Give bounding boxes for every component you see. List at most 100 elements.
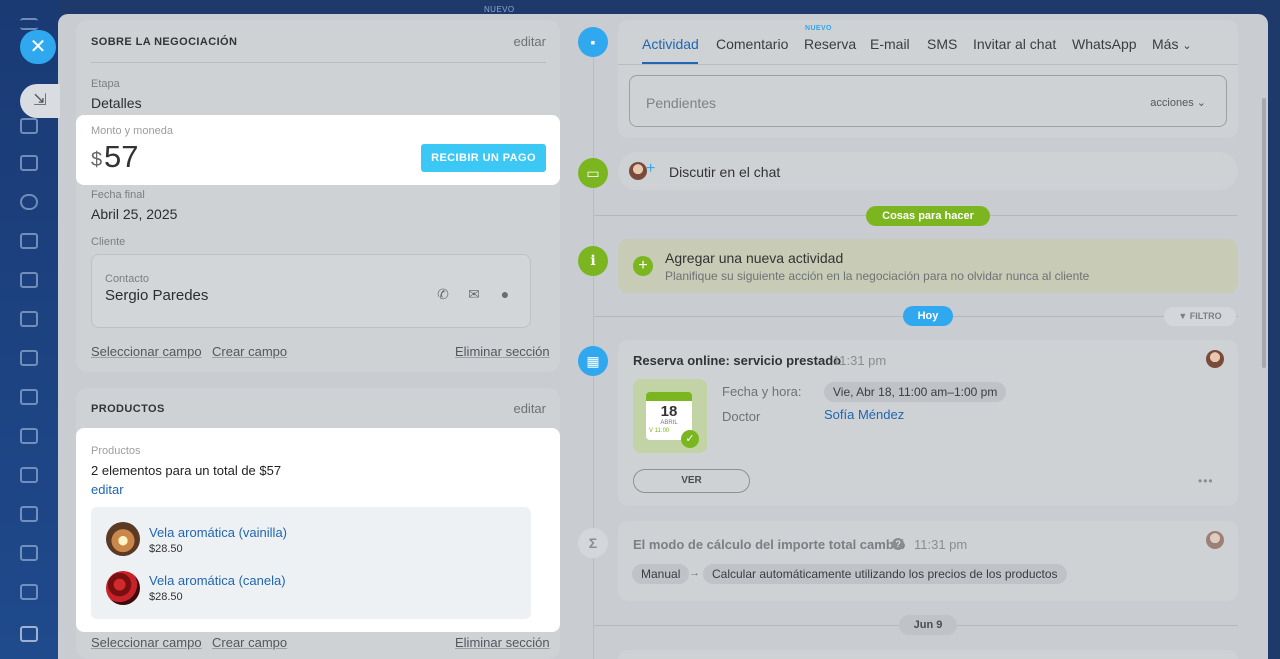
avatar: [629, 162, 647, 180]
list-icon[interactable]: [20, 584, 38, 600]
stage-value[interactable]: Detalles: [91, 95, 142, 111]
tab-invite-chat[interactable]: Invitar al chat: [973, 36, 1056, 52]
add-activity-card[interactable]: + Agregar una nueva actividad Planifique…: [618, 239, 1238, 293]
tab-more-label: Más: [1152, 36, 1179, 52]
deal-info-title: SOBRE LA NEGOCIACIÓN: [91, 36, 238, 48]
select-field-link[interactable]: Seleccionar campo: [91, 344, 202, 359]
calendar-month: ABRIL: [660, 420, 678, 426]
create-field-link[interactable]: Crear campo: [212, 344, 287, 359]
stage-label: Etapa: [91, 78, 120, 90]
tab-comentario[interactable]: Comentario: [716, 36, 788, 52]
product-price: $28.50: [149, 591, 183, 603]
calc-mode-event-card: El modo de cálculo del importe total cam…: [618, 521, 1238, 601]
inbox-icon[interactable]: [20, 545, 38, 561]
discuss-chat-label: Discutir en el chat: [669, 164, 781, 180]
amount-value[interactable]: 57: [104, 139, 138, 175]
filter-label: FILTRO: [1189, 311, 1222, 321]
booking-event-card: Reserva online: servicio prestado 11:31 …: [618, 340, 1238, 506]
chevron-down-icon: ⌄: [1196, 97, 1206, 109]
create-field-link[interactable]: Crear campo: [212, 635, 287, 650]
document-icon[interactable]: [20, 272, 38, 288]
calendar-timeline-icon: ▦: [578, 346, 608, 376]
products-summary: 2 elementos para un total de $57: [91, 463, 282, 478]
date-chip: Vie, Abr 18, 11:00 am–1:00 pm: [824, 382, 1007, 402]
pending-placeholder: Pendientes: [646, 95, 717, 111]
product-name[interactable]: Vela aromática (vainilla): [149, 525, 287, 540]
filter-icon[interactable]: [20, 506, 38, 522]
contact-label: Contacto: [105, 273, 150, 285]
mail-icon[interactable]: ✉: [466, 286, 482, 302]
products-edit-inline[interactable]: editar: [91, 482, 124, 497]
chat-timeline-icon: ▭: [578, 158, 608, 188]
doctor-link[interactable]: Sofía Méndez: [824, 407, 904, 422]
more-menu-icon[interactable]: •••: [1198, 474, 1214, 488]
doctor-label: Doctor: [722, 409, 761, 424]
contact-name[interactable]: Sergio Paredes: [105, 287, 208, 304]
gear-icon[interactable]: [20, 194, 38, 210]
actions-label: acciones: [1150, 97, 1194, 109]
divider: [91, 62, 546, 63]
select-field-link[interactable]: Seleccionar campo: [91, 635, 202, 650]
task-icon[interactable]: [20, 155, 38, 171]
pending-input[interactable]: Pendientes acciones ⌄: [629, 75, 1227, 127]
new-badge: NUEVO: [805, 25, 832, 32]
divider: [618, 64, 1238, 65]
top-nuevo-label: NUEVO: [484, 5, 515, 14]
delete-section-link[interactable]: Eliminar sección: [455, 344, 550, 359]
sigma-timeline-icon: Σ: [578, 528, 608, 558]
actions-dropdown[interactable]: acciones ⌄: [1150, 96, 1206, 109]
end-date-label: Fecha final: [91, 189, 145, 201]
products-title: PRODUCTOS: [91, 403, 165, 415]
view-button[interactable]: VER: [633, 469, 750, 493]
receive-payment-button[interactable]: RECIBIR UN PAGO: [421, 144, 546, 172]
booking-title: Reserva online: servicio prestado: [633, 353, 842, 368]
minimize-button[interactable]: ⇲: [20, 84, 60, 118]
chat-icon[interactable]: ●: [497, 286, 513, 302]
date-pill: Jun 9: [899, 615, 957, 635]
from-chip: Manual: [632, 564, 690, 584]
calendar-icon[interactable]: [20, 233, 38, 249]
add-activity-subtitle: Planifique su siguiente acción en la neg…: [665, 269, 1090, 283]
chat-icon[interactable]: [20, 118, 38, 134]
check-icon: ✓: [681, 430, 699, 448]
menu-icon[interactable]: [20, 18, 38, 30]
arrow-icon: →: [689, 567, 700, 579]
card-icon[interactable]: [20, 350, 38, 366]
tab-email[interactable]: E-mail: [870, 36, 910, 52]
products-label: Productos: [91, 445, 141, 457]
to-chip: Calcular automáticamente utilizando los …: [703, 564, 1067, 584]
printer-icon[interactable]: [20, 626, 38, 642]
tab-reserva[interactable]: Reserva: [804, 36, 856, 52]
contacts-icon[interactable]: [20, 428, 38, 444]
tab-actividad[interactable]: Actividad: [642, 36, 699, 52]
close-button[interactable]: ✕: [20, 30, 56, 64]
mail-icon[interactable]: [20, 389, 38, 405]
calc-time: 11:31 pm: [914, 537, 968, 552]
plus-icon: +: [646, 160, 656, 177]
client-label: Cliente: [91, 236, 126, 248]
tab-sms[interactable]: SMS: [927, 36, 957, 52]
end-date-value[interactable]: Abril 25, 2025: [91, 206, 177, 222]
product-name[interactable]: Vela aromática (canela): [149, 573, 286, 588]
calc-title: El modo de cálculo del importe total cam…: [633, 537, 906, 552]
discuss-chat-row[interactable]: + Discutir en el chat: [618, 152, 1238, 190]
delete-section-link[interactable]: Eliminar sección: [455, 635, 550, 650]
today-pill: Hoy: [903, 306, 953, 326]
avatar: [1206, 531, 1224, 549]
deal-edit-link[interactable]: editar: [513, 34, 546, 49]
help-icon[interactable]: ?: [892, 538, 904, 550]
scrollbar[interactable]: [1262, 98, 1266, 368]
products-edit-link[interactable]: editar: [513, 401, 546, 416]
board-icon[interactable]: [20, 311, 38, 327]
checklist-icon[interactable]: [20, 467, 38, 483]
date-label: Fecha y hora:: [722, 384, 802, 399]
tab-whatsapp[interactable]: WhatsApp: [1072, 36, 1137, 52]
product-price: $28.50: [149, 543, 183, 555]
phone-icon[interactable]: ✆: [435, 286, 451, 302]
tab-more[interactable]: Más ⌄: [1152, 36, 1192, 52]
info-timeline-icon: i: [578, 246, 608, 276]
avatar: [1206, 350, 1224, 368]
chevron-down-icon: ⌄: [1182, 40, 1192, 52]
filter-button[interactable]: ▼ FILTRO: [1164, 307, 1236, 326]
amount-currency: $: [91, 149, 103, 171]
